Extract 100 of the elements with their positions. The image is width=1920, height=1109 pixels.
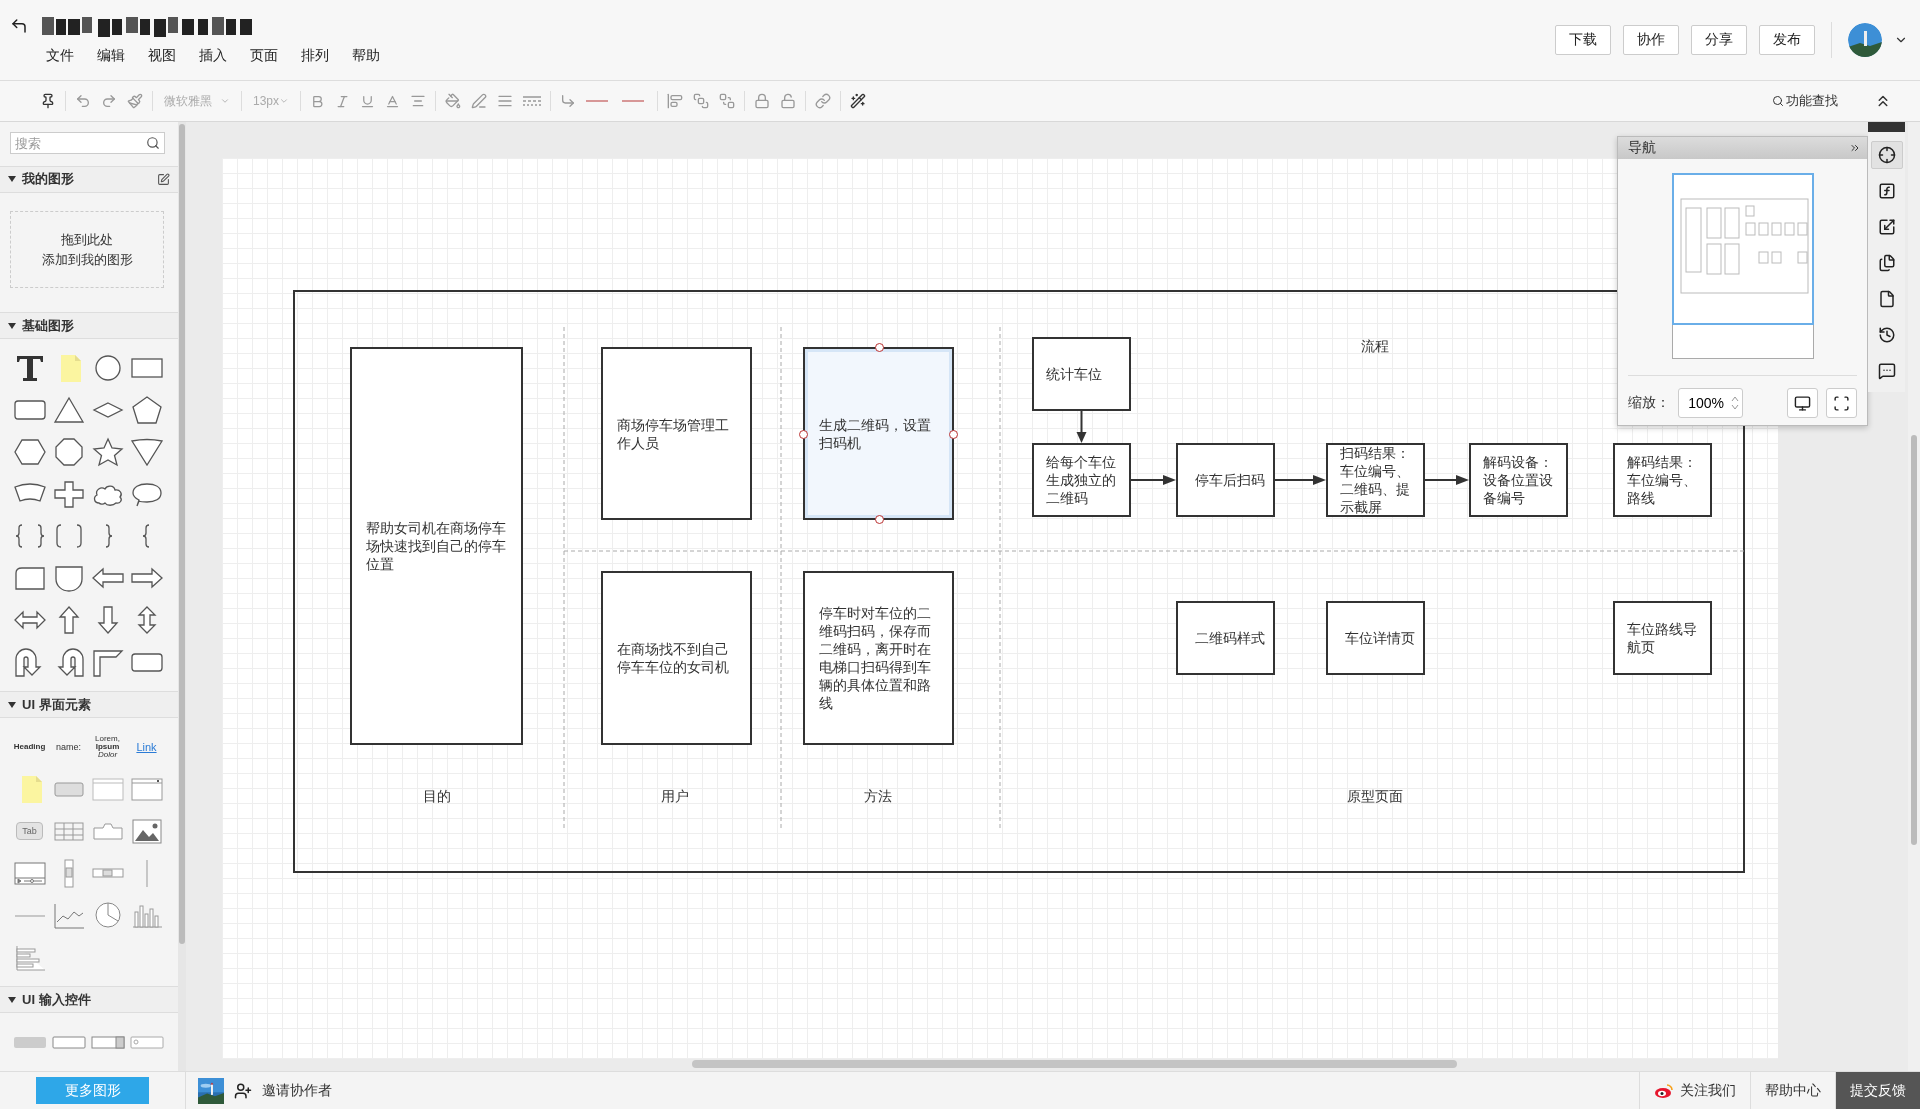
lock-icon[interactable] <box>754 93 770 109</box>
collapse-icon[interactable] <box>1849 142 1861 154</box>
crosshair-icon <box>1877 146 1896 164</box>
node-text: 解码设备：设备位置设备编号 <box>1483 453 1554 507</box>
section-title: 基础图形 <box>22 316 75 335</box>
navigator-button[interactable] <box>1870 141 1903 169</box>
node-text: 统计车位 <box>1046 365 1102 383</box>
align-icon[interactable] <box>410 93 426 109</box>
edit-icon[interactable] <box>157 172 170 186</box>
node-text: 给每个车位生成独立的二维码 <box>1046 453 1117 507</box>
panel-title: 导航 <box>1628 139 1656 157</box>
menu-item[interactable]: 文件 <box>46 47 74 65</box>
node-text: 帮助女司机在商场停车场快速找到自己的停车位置 <box>366 519 507 573</box>
horizontal-scrollbar[interactable] <box>692 1060 1457 1068</box>
minimap-drawing[interactable] <box>1671 173 1814 359</box>
fit-screen-icon <box>1833 394 1850 412</box>
spinner-icon[interactable] <box>1730 394 1740 412</box>
lorem-sample[interactable]: Lorem, Ipsum Dolor <box>95 735 120 760</box>
connector-icon[interactable] <box>560 93 576 109</box>
section-header[interactable]: UI 输入控件 <box>0 986 178 1013</box>
selection-handle[interactable] <box>874 343 884 352</box>
zoom-label: 缩放： <box>1628 394 1670 412</box>
align-left-icon[interactable] <box>667 93 683 109</box>
presentation-button[interactable] <box>1787 388 1818 418</box>
search-icon[interactable] <box>146 136 160 150</box>
pages-icon <box>1877 254 1896 272</box>
undo-icon[interactable] <box>75 93 91 109</box>
bring-to-front-icon[interactable] <box>693 93 709 109</box>
menu-item[interactable]: 插入 <box>199 47 227 65</box>
node-text: 解码结果：车位编号、路线 <box>1627 453 1698 507</box>
avatar[interactable] <box>1848 23 1882 57</box>
node-text: 停车时对车位的二维码扫码，保存而二维码，离开时在电梯口扫码得到车辆的具体位置和路线 <box>819 604 932 712</box>
menu-item[interactable]: 页面 <box>250 47 278 65</box>
menu-item[interactable]: 排列 <box>301 47 329 65</box>
page-icon <box>1877 290 1896 308</box>
section-header[interactable]: 基础图形 <box>0 312 178 340</box>
section-title: UI 输入控件 <box>22 990 92 1009</box>
eye-logo-icon <box>1654 1082 1674 1099</box>
lane-label: 方法 <box>864 788 892 806</box>
line-weight-icon[interactable] <box>497 93 513 109</box>
invite-link[interactable]: 邀请协作者 <box>262 1081 332 1100</box>
feature-search-link[interactable]: 功能查找 <box>1772 92 1838 110</box>
selection-handle[interactable] <box>874 515 884 524</box>
function-icon <box>1877 182 1896 200</box>
menu-item[interactable]: 编辑 <box>97 47 125 65</box>
feedback-link[interactable]: 提交反馈 <box>1835 1072 1920 1109</box>
magic-wand-icon[interactable] <box>850 93 866 109</box>
node-text: 在商场找不到自己停车车位的女司机 <box>617 640 730 676</box>
header-button[interactable]: 协作 <box>1623 25 1679 55</box>
drop-zone[interactable]: 拖到此处 添加到我的图形 <box>10 210 164 289</box>
link-icon[interactable] <box>815 93 831 109</box>
name-sample[interactable]: name: <box>56 742 81 752</box>
comment-icon <box>1877 362 1896 380</box>
unlock-icon[interactable] <box>780 93 796 109</box>
inverted-triangle-icon[interactable] <box>128 436 165 468</box>
star-icon[interactable] <box>89 436 126 468</box>
italic-icon[interactable] <box>335 93 350 109</box>
user-plus-icon[interactable] <box>234 1081 252 1100</box>
node-text: 生成二维码，设置扫码机 <box>819 415 932 452</box>
resize-icon <box>1877 218 1896 236</box>
drop-hint: 拖到此处 添加到我的图形 <box>41 230 133 269</box>
caret-icon <box>220 96 230 106</box>
node-text: 车位详情页 <box>1344 629 1415 647</box>
redo-icon[interactable] <box>101 93 117 109</box>
heading-sample[interactable]: Heading <box>13 743 46 752</box>
section-title: UI 界面元素 <box>22 695 92 714</box>
search-field[interactable]: 搜索 <box>10 132 165 154</box>
back-icon[interactable] <box>10 17 28 35</box>
selection-handle[interactable] <box>799 429 808 439</box>
node-text: 商场停车场管理工作人员 <box>617 415 730 452</box>
header-button[interactable]: 分享 <box>1691 25 1747 55</box>
zoom-field[interactable]: 100% <box>1678 388 1743 418</box>
header-button[interactable]: 发布 <box>1759 25 1815 55</box>
header-button[interactable]: 下载 <box>1555 25 1611 55</box>
triangle-icon <box>8 321 16 330</box>
font-color-icon[interactable] <box>385 93 400 109</box>
format-painter-icon[interactable] <box>127 93 143 109</box>
selection-handle[interactable] <box>949 429 958 439</box>
underline-icon[interactable] <box>360 93 375 109</box>
pen-icon[interactable] <box>471 93 487 109</box>
triangle-icon <box>8 995 16 1004</box>
section-header[interactable]: 我的图形 <box>0 166 178 193</box>
fit-screen-button[interactable] <box>1826 388 1857 418</box>
history-icon <box>1877 326 1896 344</box>
menu-item[interactable]: 帮助 <box>352 47 380 65</box>
lane-label: 流程 <box>1361 338 1389 356</box>
search-icon <box>1772 95 1784 107</box>
lane-label: 原型页面 <box>1347 788 1403 806</box>
follow-link[interactable]: 关注我们 <box>1639 1072 1750 1109</box>
send-to-back-icon[interactable] <box>719 93 735 109</box>
lane-label: 用户 <box>661 788 689 806</box>
menu-item[interactable]: 视图 <box>148 47 176 65</box>
tab-sample[interactable]: Tab <box>16 822 43 841</box>
pin-icon[interactable] <box>40 93 56 109</box>
link-sample[interactable]: Link <box>136 741 157 753</box>
node-text: 停车后扫码 <box>1194 471 1265 489</box>
bold-icon[interactable] <box>310 93 325 109</box>
fill-icon[interactable] <box>445 93 461 109</box>
node-text: 车位路线导航页 <box>1627 620 1698 656</box>
section-header[interactable]: UI 界面元素 <box>0 691 178 719</box>
